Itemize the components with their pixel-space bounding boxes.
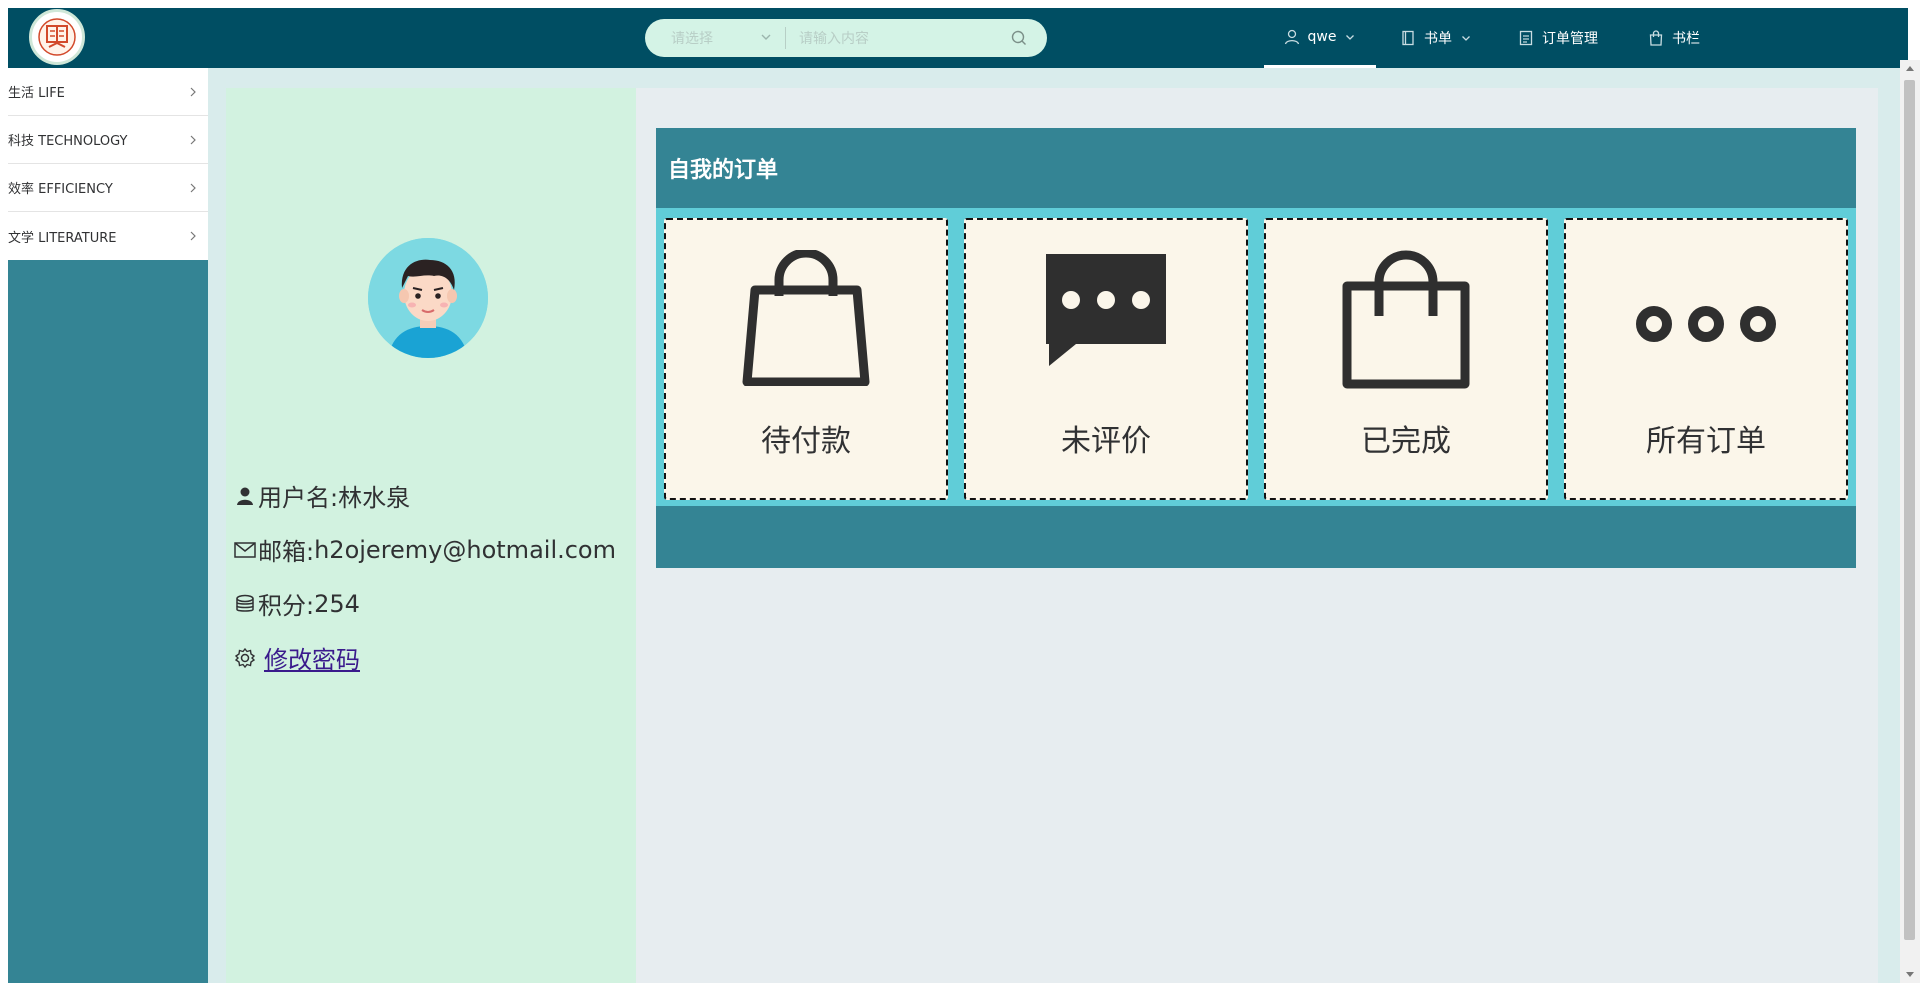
points-value: 254 xyxy=(314,589,360,618)
chevron-down-icon xyxy=(1460,32,1472,44)
order-card-all-orders[interactable]: 所有订单 xyxy=(1564,218,1848,500)
mail-icon xyxy=(234,541,256,559)
search-input[interactable] xyxy=(797,26,1001,52)
site-logo[interactable] xyxy=(29,9,85,65)
nav-user-label: qwe xyxy=(1307,28,1337,45)
profile-panel: 用户名: 林水泉 邮箱: h2ojeremy@hotmail.com 积分: 2… xyxy=(226,88,636,983)
boy-avatar-icon xyxy=(368,238,488,358)
scroll-down-arrow-icon[interactable] xyxy=(1900,967,1920,983)
chevron-right-icon xyxy=(190,87,196,96)
order-card-label: 未评价 xyxy=(1061,424,1151,459)
user-icon xyxy=(234,486,256,506)
sidebar-item-life[interactable]: 生活 LIFE xyxy=(8,68,208,116)
category-menu: 生活 LIFE 科技 TECHNOLOGY 效率 EFFICIENCY 文学 L… xyxy=(8,68,208,260)
sidebar-item-literature[interactable]: 文学 LITERATURE xyxy=(8,212,208,260)
search-icon[interactable] xyxy=(1011,30,1027,46)
notebook-icon xyxy=(1400,30,1416,46)
document-icon xyxy=(1518,30,1534,46)
avatar xyxy=(368,238,488,358)
username-row: 用户名: 林水泉 xyxy=(234,478,410,513)
search-divider xyxy=(785,27,786,49)
points-label: 积分: xyxy=(258,592,315,620)
my-orders-panel: 自我的订单 待付款 未评价 已完成 所有订单 xyxy=(656,128,1856,568)
nav-bookshelf-label: 书栏 xyxy=(1672,31,1700,47)
page-frame: 请选择 qwe 书单 xyxy=(8,8,1908,983)
scroll-up-arrow-icon[interactable] xyxy=(1900,60,1920,76)
book-logo-icon xyxy=(38,18,76,56)
chevron-down-icon xyxy=(761,34,771,40)
gear-icon xyxy=(234,647,256,669)
shopping-bag-icon xyxy=(1648,30,1664,46)
username-label: 用户名: xyxy=(258,484,339,512)
points-row: 积分: 254 xyxy=(234,586,360,621)
change-password-link[interactable]: 修改密码 xyxy=(264,640,360,675)
order-cards-row: 待付款 未评价 已完成 所有订单 xyxy=(656,208,1856,506)
sidebar-item-label: 效率 EFFICIENCY xyxy=(8,182,113,197)
page-scrollbar[interactable] xyxy=(1900,60,1920,983)
chevron-right-icon xyxy=(190,183,196,192)
sidebar-item-label: 科技 TECHNOLOGY xyxy=(8,134,128,149)
email-row: 邮箱: h2ojeremy@hotmail.com xyxy=(234,532,616,567)
chevron-right-icon xyxy=(190,135,196,144)
nav-booklist-menu[interactable]: 书单 xyxy=(1400,8,1472,68)
main-content: 自我的订单 待付款 未评价 已完成 所有订单 xyxy=(636,88,1878,983)
nav-order-management-label: 订单管理 xyxy=(1542,31,1598,47)
sidebar-item-label: 生活 LIFE xyxy=(8,86,65,101)
coins-icon xyxy=(234,594,256,614)
orders-title: 自我的订单 xyxy=(668,158,779,183)
order-card-label: 所有订单 xyxy=(1646,424,1766,459)
chat-bubble-icon xyxy=(966,250,1246,386)
nav-order-management[interactable]: 订单管理 xyxy=(1518,8,1598,68)
order-card-completed[interactable]: 已完成 xyxy=(1264,218,1548,500)
order-card-unreviewed[interactable]: 未评价 xyxy=(964,218,1248,500)
nav-bookshelf[interactable]: 书栏 xyxy=(1648,8,1700,68)
sidebar-item-technology[interactable]: 科技 TECHNOLOGY xyxy=(8,116,208,164)
shopping-bag-icon xyxy=(666,250,946,386)
username-value: 林水泉 xyxy=(338,484,411,512)
category-sidebar: 生活 LIFE 科技 TECHNOLOGY 效率 EFFICIENCY 文学 L… xyxy=(8,68,208,983)
category-select[interactable]: 请选择 xyxy=(645,19,785,57)
email-value: h2ojeremy@hotmail.com xyxy=(314,535,616,564)
nav-booklist-label: 书单 xyxy=(1424,31,1452,47)
sidebar-item-efficiency[interactable]: 效率 EFFICIENCY xyxy=(8,164,208,212)
order-card-label: 待付款 xyxy=(761,424,851,459)
email-label: 邮箱: xyxy=(258,538,315,566)
chevron-right-icon xyxy=(190,231,196,241)
user-icon xyxy=(1284,29,1300,45)
change-password-row: 修改密码 xyxy=(234,640,360,675)
scrollbar-thumb[interactable] xyxy=(1904,80,1915,940)
order-card-pending-payment[interactable]: 待付款 xyxy=(664,218,948,500)
bag-icon xyxy=(1266,250,1546,390)
chevron-down-icon xyxy=(1344,31,1356,43)
nav-user-menu[interactable]: qwe xyxy=(1264,8,1376,68)
category-select-placeholder: 请选择 xyxy=(671,31,713,47)
sidebar-item-label: 文学 LITERATURE xyxy=(8,230,117,246)
search-bar: 请选择 xyxy=(645,19,1047,57)
top-bar: 请选择 qwe 书单 xyxy=(8,8,1908,68)
more-dots-icon xyxy=(1566,250,1846,386)
order-card-label: 已完成 xyxy=(1361,424,1451,459)
